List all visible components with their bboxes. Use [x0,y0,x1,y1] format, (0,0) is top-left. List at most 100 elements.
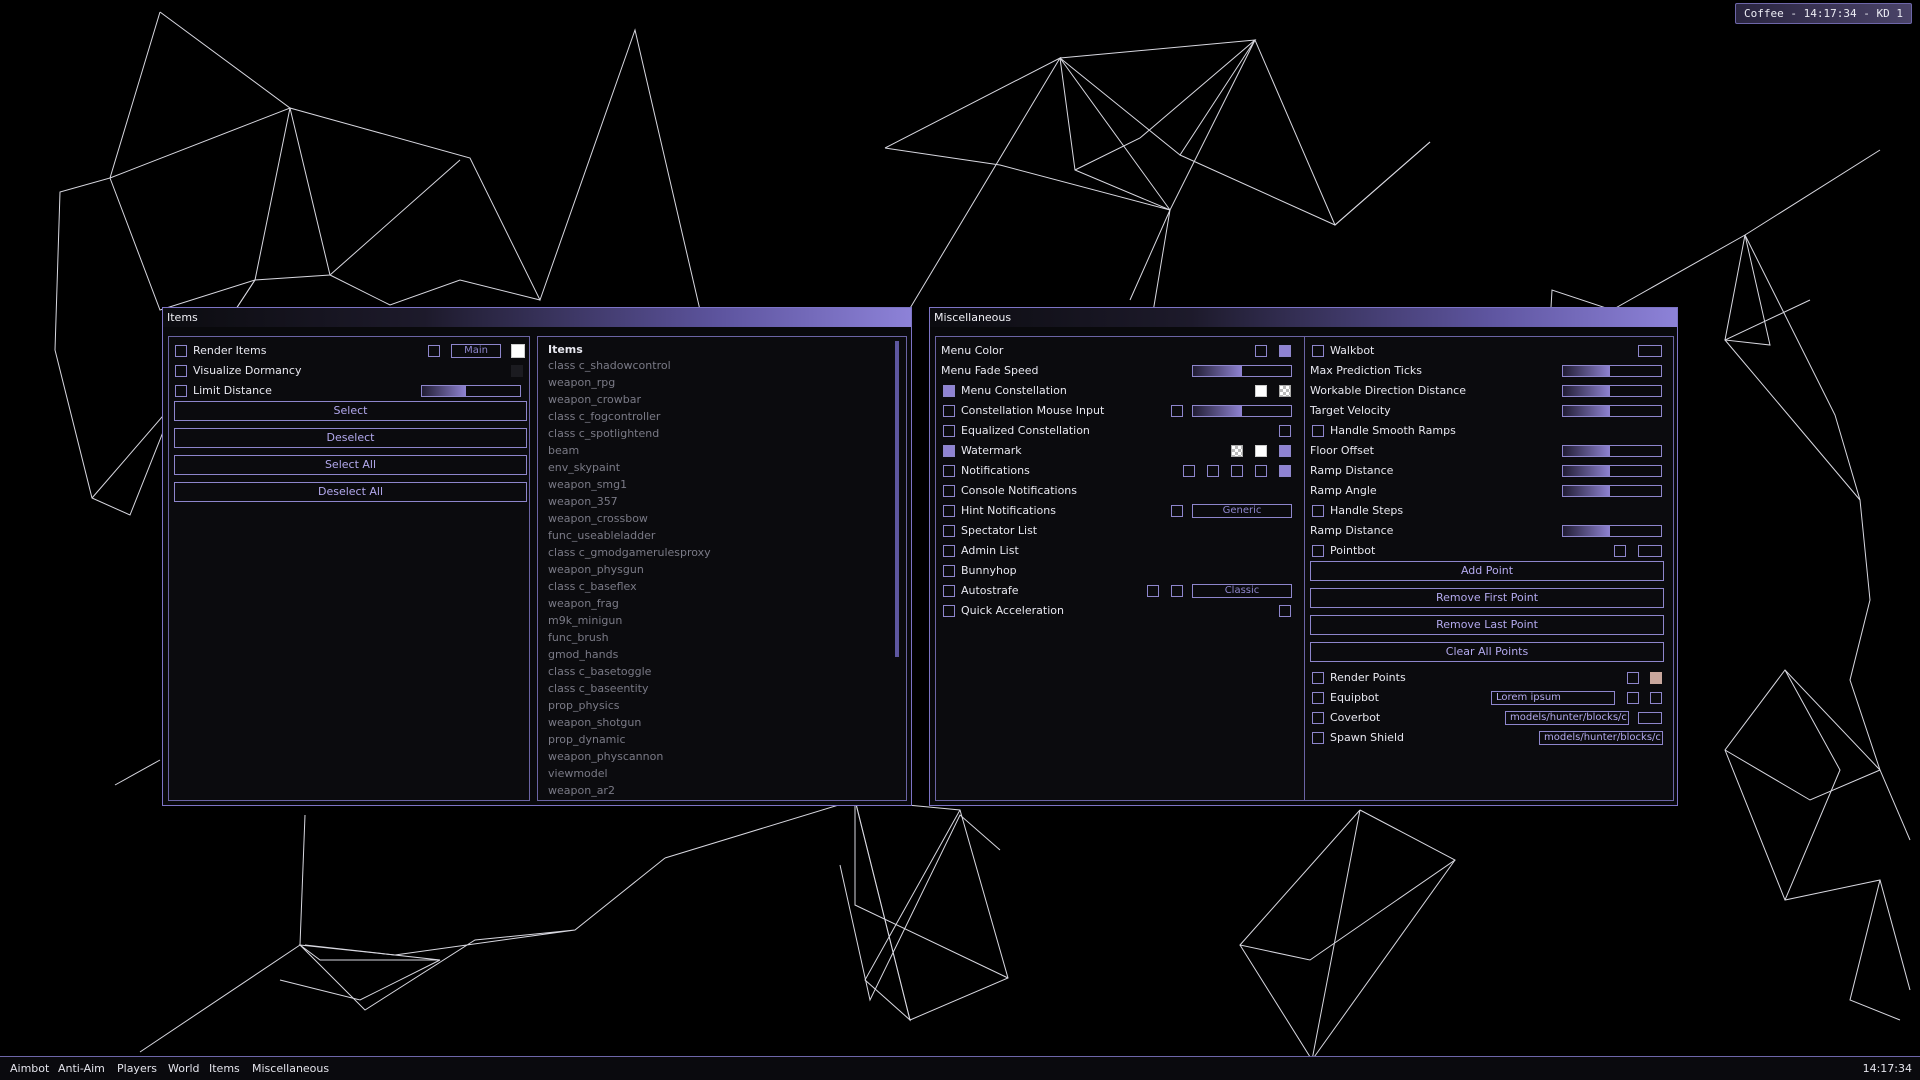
equipbot-color-box[interactable] [1627,692,1639,704]
notifications-box-3[interactable] [1231,465,1243,477]
add-point-button[interactable]: Add Point [1310,561,1664,581]
taskbar-world[interactable]: World [168,1062,200,1075]
render-items-color-swatch[interactable] [511,344,525,358]
workable-direction-distance-slider[interactable] [1562,385,1662,397]
target-velocity-slider[interactable] [1562,405,1662,417]
render-points-color-swatch[interactable] [1650,672,1662,684]
menu-constellation-checkbox[interactable] [943,385,955,397]
pointbot-checkbox[interactable] [1312,545,1324,557]
hint-style-dropdown[interactable]: Generic [1192,504,1292,518]
miscellaneous-window-title[interactable]: Miscellaneous [930,308,1677,327]
autostrafe-checkbox[interactable] [943,585,955,597]
menu-fade-speed-slider[interactable] [1192,365,1292,377]
clear-all-points-button[interactable]: Clear All Points [1310,642,1664,662]
limit-distance-checkbox[interactable] [175,385,187,397]
pointbot-key-box[interactable] [1638,545,1662,557]
constellation-mouse-slider[interactable] [1192,405,1292,417]
watermark-accent-swatch[interactable] [1279,445,1291,457]
items-list-item[interactable]: prop_dynamic [548,733,626,747]
deselect-all-button[interactable]: Deselect All [174,482,527,502]
walkbot-checkbox[interactable] [1312,345,1324,357]
watermark-text-swatch[interactable] [1255,445,1267,457]
items-list-item[interactable]: env_skypaint [548,461,620,475]
floor-offset-slider[interactable] [1562,445,1662,457]
quick-acceleration-checkbox[interactable] [943,605,955,617]
items-list-item[interactable]: weapon_ar2 [548,784,615,798]
notifications-checkbox[interactable] [943,465,955,477]
menu-color-swatch[interactable] [1279,345,1291,357]
items-list-item[interactable]: class c_basetoggle [548,665,651,679]
items-list-item[interactable]: func_brush [548,631,609,645]
taskbar-anti-aim[interactable]: Anti-Aim [58,1062,105,1075]
items-list-item[interactable]: weapon_357 [548,495,618,509]
watermark-alpha-swatch[interactable] [1231,445,1243,457]
taskbar-items[interactable]: Items [209,1062,240,1075]
select-button[interactable]: Select [174,401,527,421]
equipbot-checkbox[interactable] [1312,692,1324,704]
render-points-checkbox[interactable] [1312,672,1324,684]
console-notifications-checkbox[interactable] [943,485,955,497]
select-all-button[interactable]: Select All [174,455,527,475]
items-list-scrollbar[interactable] [895,341,899,657]
coverbot-model-input[interactable]: models/hunter/blocks/c [1505,711,1629,725]
limit-distance-slider[interactable] [421,385,521,397]
mouse-input-color-box[interactable] [1171,405,1183,417]
quick-acceleration-box[interactable] [1279,605,1291,617]
items-list-item[interactable]: weapon_crossbow [548,512,648,526]
deselect-button[interactable]: Deselect [174,428,527,448]
items-list-item[interactable]: weapon_physgun [548,563,644,577]
menu-color-box[interactable] [1255,345,1267,357]
coverbot-checkbox[interactable] [1312,712,1324,724]
hint-color-box[interactable] [1171,505,1183,517]
items-list-item[interactable]: class c_baseflex [548,580,637,594]
autostrafe-box-1[interactable] [1147,585,1159,597]
walkbot-key-box[interactable] [1638,345,1662,357]
items-list-item[interactable]: func_useableladder [548,529,655,543]
items-list-item[interactable]: class c_fogcontroller [548,410,660,424]
remove-last-point-button[interactable]: Remove Last Point [1310,615,1664,635]
items-list-item[interactable]: class c_shadowcontrol [548,359,671,373]
taskbar-aimbot[interactable]: Aimbot [10,1062,49,1075]
items-list-item[interactable]: gmod_hands [548,648,618,662]
autostrafe-mode-dropdown[interactable]: Classic [1192,584,1292,598]
constellation-alpha-swatch[interactable] [1279,385,1291,397]
equipbot-key-box[interactable] [1650,692,1662,704]
dormancy-color-swatch[interactable] [511,365,523,377]
items-list-item[interactable]: prop_physics [548,699,620,713]
hint-notifications-checkbox[interactable] [943,505,955,517]
items-list-item[interactable]: class c_gmodgamerulesproxy [548,546,711,560]
items-list-item[interactable]: weapon_physcannon [548,750,663,764]
items-list-item[interactable]: viewmodel [548,767,608,781]
equipbot-input[interactable]: Lorem ipsum [1491,691,1615,705]
equalized-constellation-checkbox[interactable] [943,425,955,437]
max-prediction-ticks-slider[interactable] [1562,365,1662,377]
items-list-item[interactable]: m9k_minigun [548,614,622,628]
remove-first-point-button[interactable]: Remove First Point [1310,588,1664,608]
render-items-checkbox[interactable] [175,345,187,357]
notifications-color-swatch[interactable] [1279,465,1291,477]
render-items-color-box[interactable] [428,345,440,357]
taskbar-miscellaneous[interactable]: Miscellaneous [252,1062,329,1075]
render-points-color-box[interactable] [1627,672,1639,684]
items-list-item[interactable]: class c_spotlightend [548,427,659,441]
items-window-title[interactable]: Items [163,308,911,327]
admin-list-checkbox[interactable] [943,545,955,557]
spectator-list-checkbox[interactable] [943,525,955,537]
notifications-box-1[interactable] [1183,465,1195,477]
items-list-item[interactable]: weapon_rpg [548,376,615,390]
items-list-item[interactable]: class c_baseentity [548,682,649,696]
handle-smooth-ramps-checkbox[interactable] [1312,425,1324,437]
spawn-shield-checkbox[interactable] [1312,732,1324,744]
items-list-item[interactable]: weapon_frag [548,597,619,611]
constellation-mouse-input-checkbox[interactable] [943,405,955,417]
constellation-color-swatch[interactable] [1255,385,1267,397]
handle-steps-checkbox[interactable] [1312,505,1324,517]
ramp-distance-slider[interactable] [1562,465,1662,477]
taskbar-players[interactable]: Players [117,1062,157,1075]
notifications-box-4[interactable] [1255,465,1267,477]
ramp-distance-2-slider[interactable] [1562,525,1662,537]
pointbot-color-box[interactable] [1614,545,1626,557]
equalized-color-box[interactable] [1279,425,1291,437]
coverbot-key-box[interactable] [1638,712,1662,724]
visualize-dormancy-checkbox[interactable] [175,365,187,377]
